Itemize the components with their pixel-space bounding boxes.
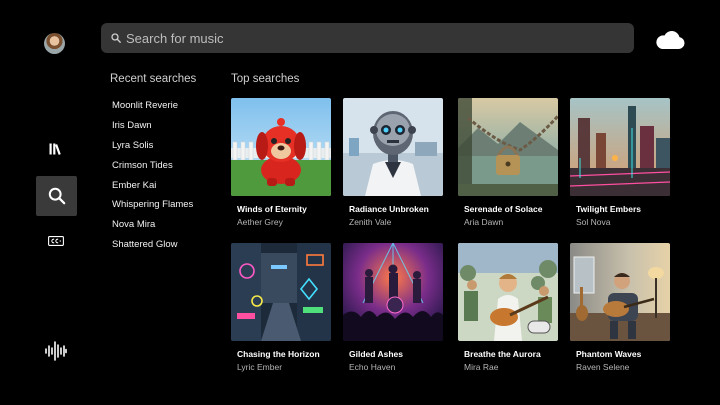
closed-captions-icon <box>48 236 64 246</box>
album-artist: Aether Grey <box>237 217 283 227</box>
album-title: Serenade of Solace <box>464 204 543 214</box>
recent-search-item[interactable]: Moonlit Reverie <box>112 99 193 119</box>
album-artist: Aria Dawn <box>464 217 504 227</box>
recent-search-item[interactable]: Shattered Glow <box>112 238 193 258</box>
album-card[interactable]: Phantom Waves Raven Selene <box>570 243 670 372</box>
album-card[interactable]: Serenade of Solace Aria Dawn <box>458 98 558 227</box>
album-artist: Mira Rae <box>464 362 499 372</box>
recent-search-item[interactable]: Nova Mira <box>112 218 193 238</box>
album-card[interactable]: Breathe the Aurora Mira Rae <box>458 243 558 372</box>
album-art <box>343 98 443 196</box>
search-icon <box>48 187 65 205</box>
album-card[interactable]: Radiance Unbroken Zenith Vale <box>343 98 443 227</box>
avatar[interactable] <box>44 33 65 54</box>
recent-searches-heading: Recent searches <box>110 73 197 85</box>
cloud-icon[interactable] <box>654 28 686 52</box>
album-artist: Sol Nova <box>576 217 611 227</box>
library-icon <box>49 143 61 155</box>
album-art <box>231 98 331 196</box>
album-title: Winds of Eternity <box>237 204 307 214</box>
album-artist: Zenith Vale <box>349 217 392 227</box>
recent-search-item[interactable]: Iris Dawn <box>112 119 193 139</box>
search-bar[interactable] <box>101 23 634 53</box>
recent-searches-list: Moonlit Reverie Iris Dawn Lyra Solis Cri… <box>112 99 193 258</box>
album-card[interactable]: Twilight Embers Sol Nova <box>570 98 670 227</box>
album-art <box>231 243 331 341</box>
album-artist: Echo Haven <box>349 362 396 372</box>
top-searches-heading: Top searches <box>231 73 300 85</box>
recent-search-item[interactable]: Crimson Tides <box>112 159 193 179</box>
nav-search-button[interactable] <box>36 176 77 216</box>
album-title: Phantom Waves <box>576 349 642 359</box>
album-artist: Raven Selene <box>576 362 630 372</box>
album-art <box>570 98 670 196</box>
nav-closed-captions-button[interactable] <box>36 221 76 261</box>
album-title: Radiance Unbroken <box>349 204 429 214</box>
album-card[interactable]: Winds of Eternity Aether Grey <box>231 98 331 227</box>
recent-search-item[interactable]: Whispering Flames <box>112 198 193 218</box>
album-card[interactable]: Gilded Ashes Echo Haven <box>343 243 443 372</box>
search-input[interactable] <box>126 30 606 46</box>
album-title: Gilded Ashes <box>349 349 404 359</box>
album-card[interactable]: Chasing the Horizon Lyric Ember <box>231 243 331 372</box>
album-art <box>570 243 670 341</box>
nav-library-button[interactable] <box>36 129 76 169</box>
nav-audio-button[interactable] <box>36 331 76 371</box>
recent-search-item[interactable]: Ember Kai <box>112 179 193 199</box>
album-art <box>458 98 558 196</box>
album-title: Chasing the Horizon <box>237 349 320 359</box>
audio-waveform-icon <box>45 341 67 361</box>
nav-rail <box>0 0 92 405</box>
album-title: Breathe the Aurora <box>464 349 541 359</box>
album-title: Twilight Embers <box>576 204 642 214</box>
album-art <box>343 243 443 341</box>
album-art <box>458 243 558 341</box>
search-icon <box>111 33 121 43</box>
recent-search-item[interactable]: Lyra Solis <box>112 139 193 159</box>
album-artist: Lyric Ember <box>237 362 283 372</box>
